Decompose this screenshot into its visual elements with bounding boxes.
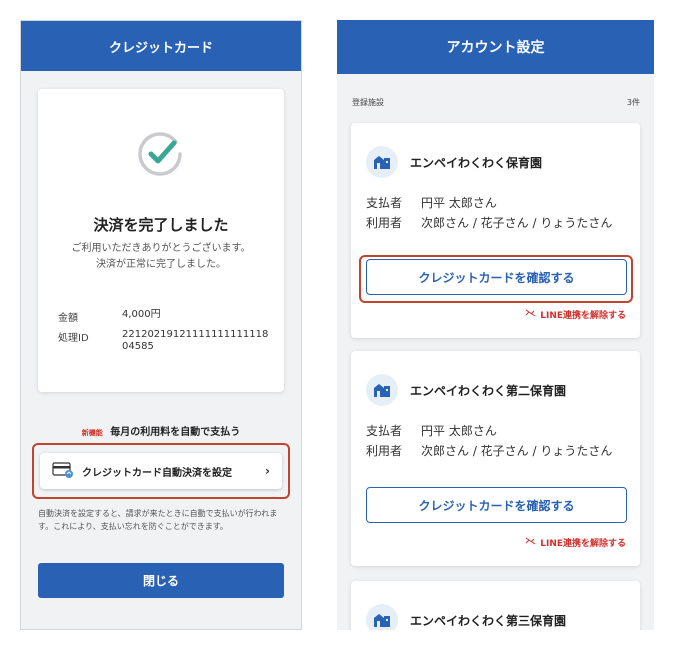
credit-card-icon xyxy=(52,461,74,481)
facility-header: エンペイわくわく保育園 xyxy=(366,146,542,178)
building-icon xyxy=(366,146,398,178)
autopay-promo: 新機能 毎月の利用料を自動で支払う xyxy=(21,423,301,438)
facility-name: エンペイわくわく第二保育園 xyxy=(410,383,567,398)
amount-value: 4,000円 xyxy=(122,309,161,320)
autopay-note: 自動決済を設定すると、請求が来たときに自動で支払いが行われます。これにより、支払… xyxy=(38,509,278,531)
registered-count: 3件 xyxy=(626,98,640,107)
transaction-id-value: 2212021912111111111111804585 xyxy=(122,329,269,352)
highlight-frame xyxy=(359,255,633,303)
facility-name: エンペイわくわく第三保育園 xyxy=(410,613,567,628)
user-row: 利用者 次郎さん / 花子さん / りょうたさん xyxy=(366,216,621,231)
unlink-line-label: LINE連携を解除する xyxy=(540,539,626,549)
payment-complete-card: 決済を完了しました ご利用いただきありがとうございます。 決済が正常に完了しまし… xyxy=(38,89,284,392)
link-off-icon xyxy=(525,309,536,320)
header: クレジットカード xyxy=(21,21,301,71)
registered-facilities-row: 登録施設 3件 xyxy=(352,97,640,108)
unlink-line-label: LINE連携を解除する xyxy=(540,311,626,321)
done-message-line2: 決済が正常に完了しました。 xyxy=(96,259,226,270)
facility-header: エンペイわくわく第三保育園 xyxy=(366,604,566,630)
facility-name: エンペイわくわく保育園 xyxy=(410,155,543,170)
facility-card: エンペイわくわく保育園 支払者 円平 太郎さん 利用者 次郎さん / 花子さん … xyxy=(351,123,640,338)
account-settings-screen: アカウント設定 登録施設 3件 エンペイわくわく保育園 支払者 円平 太郎さん … xyxy=(337,20,654,630)
facility-header: エンペイわくわく第二保育園 xyxy=(366,374,566,406)
user-value: 次郎さん / 花子さん / りょうたさん xyxy=(421,216,613,230)
chevron-right-icon: › xyxy=(265,464,270,478)
user-row: 利用者 次郎さん / 花子さん / りょうたさん xyxy=(366,444,621,459)
facility-card: エンペイわくわく第二保育園 支払者 円平 太郎さん 利用者 次郎さん / 花子さ… xyxy=(351,351,640,566)
unlink-line-link[interactable]: LINE連携を解除する xyxy=(525,308,626,321)
transaction-id-row: 処理ID 2212021912111111111111804585 xyxy=(58,329,272,353)
confirm-credit-card-button[interactable]: クレジットカードを確認する xyxy=(366,487,627,523)
building-icon xyxy=(366,604,398,630)
user-label: 利用者 xyxy=(366,444,403,458)
amount-row: 金額 4,000円 xyxy=(58,309,272,324)
autopay-setup-label: クレジットカード自動決済を設定 xyxy=(82,467,232,479)
registered-label: 登録施設 xyxy=(352,98,384,107)
new-feature-badge: 新機能 xyxy=(81,429,103,437)
payer-value: 円平 太郎さん xyxy=(421,196,497,210)
header-title: アカウント設定 xyxy=(446,40,545,56)
link-off-icon xyxy=(525,537,536,548)
header-title: クレジットカード xyxy=(108,40,213,56)
unlink-line-link[interactable]: LINE連携を解除する xyxy=(525,536,626,549)
promo-text: 毎月の利用料を自動で支払う xyxy=(110,427,241,438)
payer-row: 支払者 円平 太郎さん xyxy=(366,424,621,439)
building-icon xyxy=(366,374,398,406)
close-button[interactable]: 閉じる xyxy=(38,563,284,598)
payer-label: 支払者 xyxy=(366,424,403,438)
amount-label: 金額 xyxy=(58,313,78,324)
check-circle-icon xyxy=(136,130,184,178)
payer-row: 支払者 円平 太郎さん xyxy=(366,196,621,211)
transaction-id-label: 処理ID xyxy=(58,333,89,344)
done-message: ご利用いただきありがとうございます。 決済が正常に完了しました。 xyxy=(38,241,284,273)
payer-value: 円平 太郎さん xyxy=(421,424,497,438)
user-value: 次郎さん / 花子さん / りょうたさん xyxy=(421,444,613,458)
done-title: 決済を完了しました xyxy=(93,216,229,234)
credit-card-complete-screen: クレジットカード 決済を完了しました ご利用いただきありがとうございます。 決済… xyxy=(20,20,302,630)
autopay-setup-button[interactable]: クレジットカード自動決済を設定 › xyxy=(40,453,282,489)
facility-card: エンペイわくわく第三保育園 xyxy=(351,581,640,630)
user-label: 利用者 xyxy=(366,216,403,230)
payer-label: 支払者 xyxy=(366,196,403,210)
header: アカウント設定 xyxy=(337,20,654,74)
done-message-line1: ご利用いただきありがとうございます。 xyxy=(71,243,251,254)
